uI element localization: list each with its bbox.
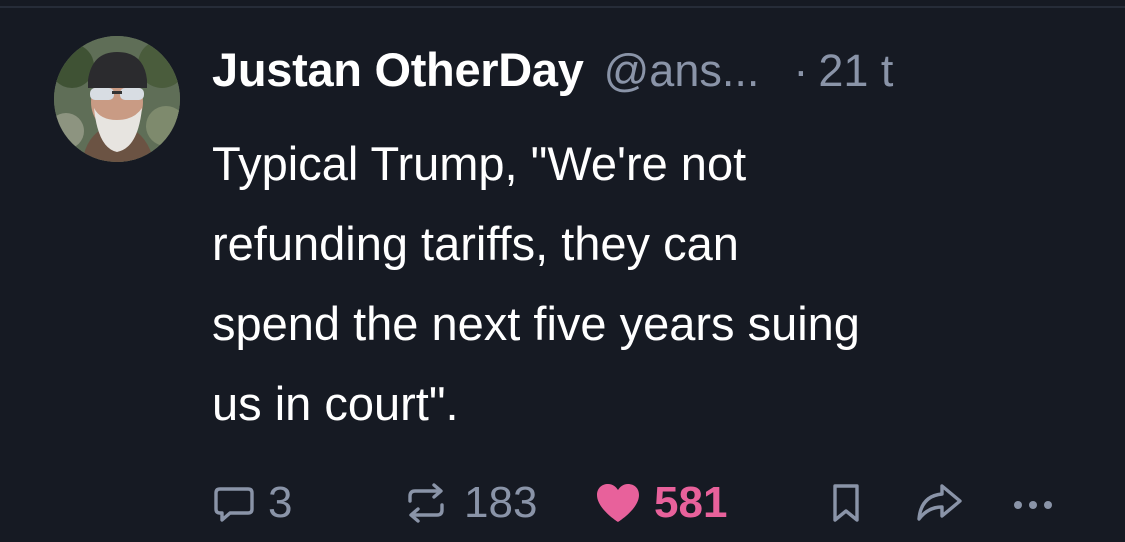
share-button[interactable] — [914, 470, 964, 536]
post-header: Justan OtherDay @ans... · 21 t — [212, 42, 1112, 106]
more-options-button[interactable] — [1010, 470, 1056, 536]
repost-count: 183 — [464, 478, 538, 527]
post-text-line: Typical Trump, "We're not — [212, 137, 747, 190]
reply-button[interactable]: 3 — [212, 470, 292, 536]
author-display-name[interactable]: Justan OtherDay — [212, 42, 584, 97]
heart-icon — [594, 481, 642, 525]
post-card[interactable]: Justan OtherDay @ans... · 21 t Typical T… — [0, 0, 1125, 542]
bearded-man-sunglasses-avatar-icon — [54, 36, 180, 162]
bookmark-icon — [826, 481, 866, 525]
repost-icon — [400, 481, 452, 525]
like-count: 581 — [654, 478, 728, 527]
post-timestamp[interactable]: 21 t — [818, 45, 893, 97]
post-text-line: us in court". — [212, 377, 459, 430]
reply-count: 3 — [268, 478, 293, 527]
post-text-line: refunding tariffs, they can — [212, 217, 739, 270]
avatar[interactable] — [54, 36, 180, 162]
post-actions-bar: 3 183 581 — [0, 470, 1125, 536]
more-dots-icon — [1010, 481, 1056, 525]
author-handle[interactable]: @ans... — [604, 45, 760, 97]
reply-bubble-icon — [212, 481, 256, 525]
like-button[interactable]: 581 — [594, 470, 727, 536]
time-separator: · — [793, 45, 809, 96]
repost-button[interactable]: 183 — [400, 470, 537, 536]
post-text-line: spend the next five years suing — [212, 297, 860, 350]
bookmark-button[interactable] — [826, 470, 866, 536]
share-arrow-icon — [914, 481, 964, 525]
post-text: Typical Trump, "We're not refunding tari… — [212, 124, 1092, 444]
